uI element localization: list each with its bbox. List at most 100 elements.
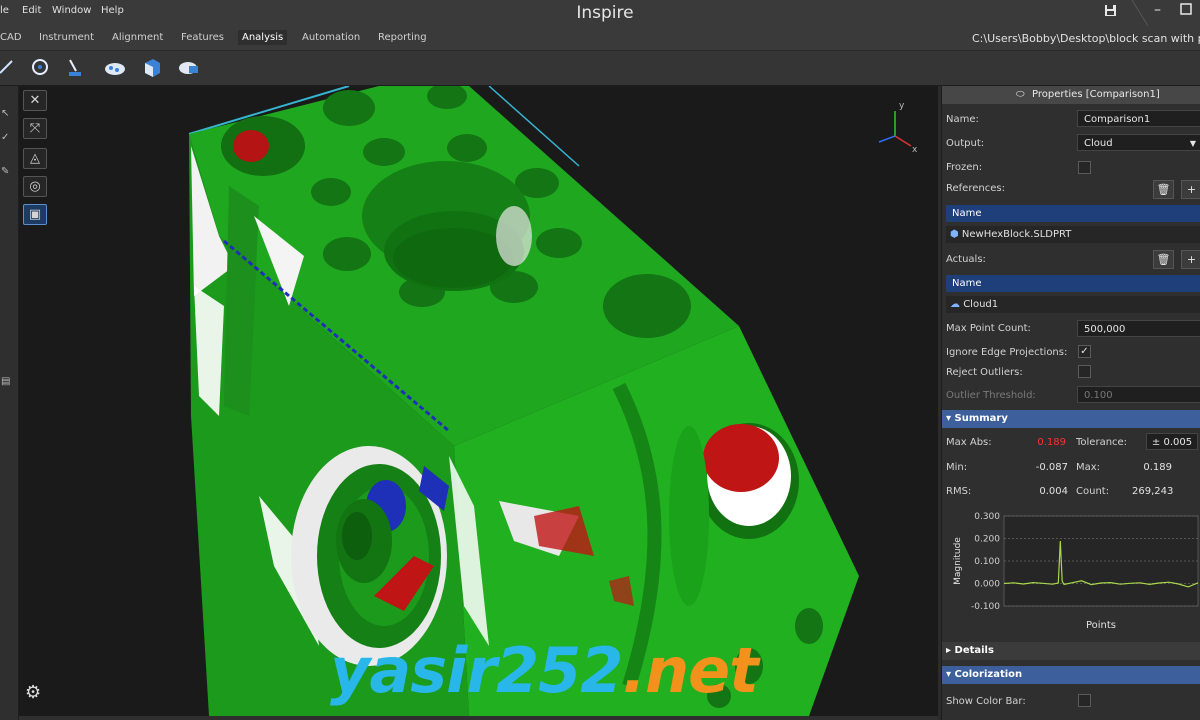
tab-automation[interactable]: Automation [302, 32, 360, 43]
collapse-icon: ▾ [946, 413, 952, 424]
details-section-header[interactable]: ▸ Details [942, 642, 1200, 660]
tab-analysis[interactable]: Analysis [238, 30, 288, 45]
app-title: Inspire [576, 3, 634, 23]
summary-section-header[interactable]: ▾ Summary [942, 410, 1200, 428]
chart-ytick-label: 0.200 [974, 535, 1000, 545]
chevron-down-icon: ▼ [1189, 139, 1196, 148]
show-color-bar-checkbox[interactable] [1078, 694, 1091, 707]
chart-ylabel: Magnitude [953, 537, 963, 585]
properties-pin-icon[interactable]: ⬭ [1016, 89, 1025, 100]
maximize-icon[interactable] [1180, 3, 1192, 19]
circle-feature-icon[interactable] [28, 57, 52, 79]
ribbon-tabs: CAD Instrument Alignment Features Analys… [0, 26, 1200, 51]
delete-actual-icon[interactable]: 🗑 [1153, 250, 1174, 269]
probe-icon[interactable] [63, 57, 87, 79]
expand-icon: ▸ [946, 645, 952, 656]
outlier-threshold-label: Outlier Threshold: [946, 390, 1036, 401]
references-column-header[interactable]: Name [946, 205, 1200, 222]
colorization-section-header[interactable]: ▾ Colorization [942, 666, 1200, 684]
cloud-compare-icon[interactable] [103, 57, 127, 79]
actual-item-label: Cloud1 [963, 299, 999, 310]
references-label: References: [946, 183, 1005, 194]
reject-outliers-checkbox[interactable] [1078, 365, 1091, 378]
watermark: yasir252.net [330, 634, 759, 708]
axis-label-y: y [899, 101, 905, 111]
max-point-label: Max Point Count: [946, 323, 1031, 334]
cloud-camera-icon[interactable] [177, 57, 201, 79]
output-value: Cloud [1084, 138, 1113, 149]
count-value: 269,243 [1132, 486, 1174, 497]
scan-model[interactable]: y x [19, 86, 938, 716]
max-value: 0.189 [1143, 462, 1172, 473]
outlier-threshold-field[interactable]: 0.100 [1077, 386, 1200, 403]
menu-edit[interactable]: Edit [22, 5, 41, 16]
min-value: -0.087 [1035, 462, 1068, 473]
collapse-icon: ▾ [946, 669, 952, 680]
add-reference-icon[interactable]: + [1181, 180, 1200, 199]
count-label: Count: [1076, 486, 1110, 497]
min-label: Min: [946, 462, 968, 473]
max-abs-label: Max Abs: [946, 437, 992, 448]
chart-ytick-label: 0.300 [974, 512, 1000, 522]
menu-window[interactable]: Window [52, 5, 91, 16]
view-orient-icon[interactable]: ◬ [23, 148, 47, 169]
tab-alignment[interactable]: Alignment [112, 32, 163, 43]
measure-icon[interactable] [0, 57, 18, 79]
actuals-column-header[interactable]: Name [946, 275, 1200, 292]
axis-label-x: x [912, 145, 918, 155]
chart-ytick-label: 0.000 [974, 580, 1000, 590]
show-color-bar-label: Show Color Bar: [946, 696, 1026, 707]
frozen-checkbox[interactable] [1078, 161, 1091, 174]
title-bar: le Edit Window Help Inspire – [0, 0, 1200, 27]
summary-title: Summary [954, 413, 1008, 424]
3d-viewport[interactable]: y x ✕ ⤧ ◬ ◎ ▣ ⚙ [19, 86, 938, 716]
tab-cad[interactable]: CAD [0, 32, 22, 43]
reference-item-label: NewHexBlock.SLDPRT [961, 229, 1072, 240]
part-file-icon: ⬢ [950, 229, 959, 240]
left-tool-strip: ↖ ✓ ✎ ▤ [0, 86, 19, 720]
file-path: C:\Users\Bobby\Desktop\block scan with p… [972, 32, 1200, 45]
magnitude-chart: 0.300 0.200 0.100 0.000 -0.100 Points Magnitud… [953, 512, 1199, 631]
frozen-label: Frozen: [946, 162, 983, 173]
menu-file[interactable]: le [0, 5, 9, 16]
tab-features[interactable]: Features [181, 32, 224, 43]
settings-gear-icon[interactable]: ⚙ [25, 682, 41, 703]
watermark-part2: .net [622, 634, 758, 707]
brush-icon[interactable]: ✎ [1, 166, 9, 177]
name-label: Name: [946, 114, 979, 125]
pointer-icon[interactable]: ↖ [1, 108, 9, 119]
minimize-icon[interactable]: – [1154, 2, 1161, 18]
chart-ytick-label: -0.100 [971, 602, 1000, 612]
rms-label: RMS: [946, 486, 972, 497]
reference-item[interactable]: ⬢ NewHexBlock.SLDPRT [946, 226, 1200, 243]
add-actual-icon[interactable]: + [1181, 250, 1200, 269]
cube-icon[interactable] [140, 57, 164, 79]
viewport-bottom-bar [19, 716, 938, 720]
tolerance-field[interactable]: ± 0.005 [1146, 433, 1198, 450]
menu-help[interactable]: Help [101, 5, 124, 16]
tab-instrument[interactable]: Instrument [39, 32, 94, 43]
zoom-extents-icon[interactable]: ⤧ [23, 118, 47, 139]
save-icon[interactable] [1104, 4, 1117, 21]
actuals-label: Actuals: [946, 254, 986, 265]
watermark-part1: yasir252 [330, 634, 623, 707]
max-label: Max: [1076, 462, 1101, 473]
properties-title: Properties [Comparison1] [1032, 89, 1160, 100]
ignore-edge-checkbox[interactable]: ✓ [1078, 345, 1091, 358]
tab-reporting[interactable]: Reporting [378, 32, 427, 43]
properties-panel: ⬭ Properties [Comparison1] Name: Compari… [941, 86, 1200, 720]
page-icon[interactable]: ▤ [1, 376, 10, 387]
analysis-toolbar [0, 51, 1200, 86]
actual-item[interactable]: ☁ Cloud1 [946, 296, 1200, 313]
camera-icon[interactable]: ▣ [23, 204, 47, 225]
properties-header: ⬭ Properties [Comparison1] [942, 86, 1200, 104]
chart-xlabel: Points [1086, 620, 1116, 631]
chart-ytick-label: 0.100 [974, 557, 1000, 567]
max-point-field[interactable]: 500,000 [1077, 320, 1200, 337]
check-icon[interactable]: ✓ [1, 132, 9, 143]
fit-icon[interactable]: ✕ [23, 90, 47, 111]
output-select[interactable]: Cloud ▼ [1077, 134, 1200, 151]
delete-reference-icon[interactable]: 🗑 [1153, 180, 1174, 199]
render-mode-icon[interactable]: ◎ [23, 176, 47, 197]
name-field[interactable]: Comparison1 [1077, 110, 1200, 127]
